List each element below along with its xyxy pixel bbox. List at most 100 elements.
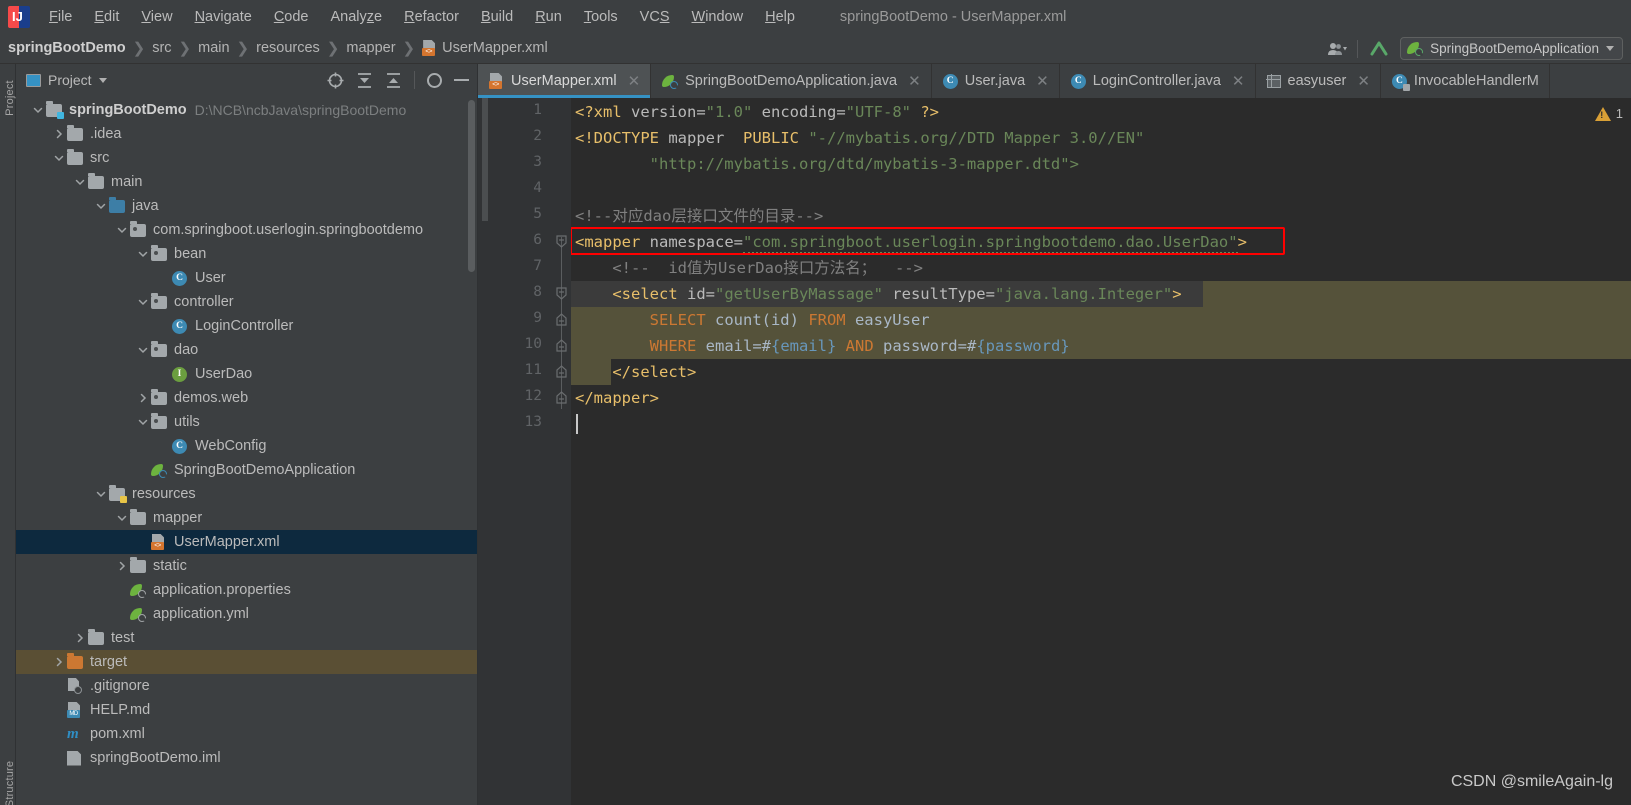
editor-tab-usermapper-xml[interactable]: <> UserMapper.xml ✕ xyxy=(478,64,652,98)
editor-main[interactable]: 1 2 3 4 5 6 7 8 9 10 11 12 13 <?xml version="1.0" en… xyxy=(478,98,1631,805)
gear-icon[interactable] xyxy=(427,72,442,88)
menu-item-tools[interactable]: Tools xyxy=(573,5,629,29)
chevron-down-icon[interactable] xyxy=(135,294,151,310)
line-number: 4 xyxy=(533,180,542,196)
chevron-down-icon[interactable] xyxy=(114,222,130,238)
menu-item-navigate[interactable]: Navigate xyxy=(184,5,263,29)
breadcrumb-item-resources[interactable]: resources xyxy=(256,40,320,56)
menu-item-help[interactable]: Help xyxy=(754,5,806,29)
tree-row-mapper[interactable]: mapper xyxy=(16,506,477,530)
breadcrumb-item-springbootdemo[interactable]: springBootDemo xyxy=(8,40,126,56)
chevron-right-icon[interactable] xyxy=(51,126,67,142)
tree-row-main[interactable]: main xyxy=(16,170,477,194)
editor-tab-easyuser[interactable]: easyuser ✕ xyxy=(1256,64,1381,98)
chevron-down-icon[interactable] xyxy=(72,174,88,190)
tree-row-springbootdemoapplication[interactable]: SpringBootDemoApplication xyxy=(16,458,477,482)
tree-row-java[interactable]: java xyxy=(16,194,477,218)
project-panel-title-group[interactable]: Project xyxy=(26,72,107,88)
hide-icon[interactable] xyxy=(454,79,469,81)
breadcrumb-file[interactable]: <> UserMapper.xml xyxy=(422,40,548,56)
menu-item-refactor[interactable]: Refactor xyxy=(393,5,470,29)
fold-marker-12[interactable] xyxy=(554,391,569,404)
tree-row-application-yml[interactable]: application.yml xyxy=(16,602,477,626)
menu-item-edit[interactable]: Edit xyxy=(83,5,130,29)
close-icon[interactable]: ✕ xyxy=(1036,72,1049,90)
chevron-down-icon[interactable] xyxy=(93,486,109,502)
chevron-down-icon[interactable] xyxy=(135,414,151,430)
menu-item-build[interactable]: Build xyxy=(470,5,524,29)
collapse-all-icon[interactable] xyxy=(385,72,402,89)
chevron-down-icon[interactable] xyxy=(93,198,109,214)
tree-row-help-md[interactable]: MD HELP.md xyxy=(16,698,477,722)
tree-row-demos-web[interactable]: demos.web xyxy=(16,386,477,410)
expand-all-icon[interactable] xyxy=(356,72,373,89)
fold-marker-9[interactable] xyxy=(554,313,569,326)
tool-strip-project-tab[interactable]: Project xyxy=(4,70,16,126)
tree-row-src[interactable]: src xyxy=(16,146,477,170)
tree-row-usermapper-xml[interactable]: <> UserMapper.xml xyxy=(16,530,477,554)
tree-row-com-springboot-userlogin-springbootdemo[interactable]: com.springboot.userlogin.springbootdemo xyxy=(16,218,477,242)
tree-row-resources[interactable]: resources xyxy=(16,482,477,506)
chevron-down-icon[interactable] xyxy=(98,77,107,83)
tree-row-controller[interactable]: controller xyxy=(16,290,477,314)
chevron-right-icon[interactable] xyxy=(135,390,151,406)
fold-marker-8[interactable] xyxy=(554,287,569,300)
chevron-down-icon[interactable] xyxy=(30,102,46,118)
breadcrumb-item-mapper[interactable]: mapper xyxy=(346,40,395,56)
tree-row-bean[interactable]: bean xyxy=(16,242,477,266)
chevron-down-icon[interactable] xyxy=(135,246,151,262)
tree-row-webconfig[interactable]: C WebConfig xyxy=(16,434,477,458)
tree-row-springbootdemo[interactable]: springBootDemo D:\NCB\ncbJava\springBootD… xyxy=(16,98,477,122)
menu-item-vcs[interactable]: VCS xyxy=(629,5,681,29)
chevron-down-icon[interactable] xyxy=(51,150,67,166)
close-icon[interactable]: ✕ xyxy=(908,72,921,90)
chevron-right-icon[interactable] xyxy=(114,558,130,574)
tree-row--gitignore[interactable]: .gitignore xyxy=(16,674,477,698)
close-icon[interactable]: ✕ xyxy=(628,72,641,90)
breadcrumb-item-main[interactable]: main xyxy=(198,40,229,56)
chevron-down-icon[interactable] xyxy=(1606,46,1614,51)
chevron-down-icon[interactable] xyxy=(135,342,151,358)
close-icon[interactable]: ✕ xyxy=(1232,72,1245,90)
chevron-down-icon[interactable] xyxy=(114,510,130,526)
close-icon[interactable]: ✕ xyxy=(1357,72,1370,90)
project-tree[interactable]: springBootDemo D:\NCB\ncbJava\springBootD… xyxy=(16,96,477,805)
tree-row-static[interactable]: static xyxy=(16,554,477,578)
editor-tab-invocablehandlerm[interactable]: C InvocableHandlerM xyxy=(1381,64,1550,98)
tree-row-test[interactable]: test xyxy=(16,626,477,650)
locate-icon[interactable] xyxy=(327,72,344,89)
menu-item-run[interactable]: Run xyxy=(524,5,573,29)
fold-marker-6[interactable] xyxy=(554,235,569,248)
chevron-right-icon[interactable] xyxy=(51,654,67,670)
editor-tab-user-java[interactable]: C User.java ✕ xyxy=(932,64,1060,98)
tree-row-dao[interactable]: dao xyxy=(16,338,477,362)
tree-row-target[interactable]: target xyxy=(16,650,477,674)
breadcrumb-item-src[interactable]: src xyxy=(152,40,171,56)
tool-strip-structure-tab[interactable]: Structure xyxy=(4,756,16,805)
update-project-icon[interactable] xyxy=(1368,39,1390,59)
menu-item-window[interactable]: Window xyxy=(681,5,755,29)
inspection-warning-indicator[interactable]: 1 xyxy=(1594,106,1623,121)
menu-item-view[interactable]: View xyxy=(130,5,183,29)
editor-tab-springbootdemoapplication-java[interactable]: SpringBootDemoApplication.java ✕ xyxy=(651,64,932,98)
chevron-right-icon[interactable] xyxy=(72,630,88,646)
tree-row-springbootdemo-iml[interactable]: springBootDemo.iml xyxy=(16,746,477,770)
menu-item-analyze[interactable]: Analyze xyxy=(320,5,394,29)
editor-tab-logincontroller-java[interactable]: C LoginController.java ✕ xyxy=(1060,64,1256,98)
user-group-icon[interactable] xyxy=(1327,41,1348,57)
code-content[interactable]: <?xml version="1.0" encoding="UTF-8" ?> <… xyxy=(571,98,1631,805)
tree-row-pom-xml[interactable]: m pom.xml xyxy=(16,722,477,746)
tree-row-userdao[interactable]: I UserDao xyxy=(16,362,477,386)
tree-row-user[interactable]: C User xyxy=(16,266,477,290)
editor-gutter[interactable]: 1 2 3 4 5 6 7 8 9 10 11 12 13 xyxy=(478,98,552,805)
tree-row--idea[interactable]: .idea xyxy=(16,122,477,146)
tree-row-logincontroller[interactable]: C LoginController xyxy=(16,314,477,338)
tree-row-application-properties[interactable]: application.properties xyxy=(16,578,477,602)
run-configuration-selector[interactable]: SpringBootDemoApplication xyxy=(1400,37,1623,60)
menu-item-file[interactable]: File xyxy=(38,5,83,29)
code-folding-column[interactable] xyxy=(552,98,571,805)
tree-row-utils[interactable]: utils xyxy=(16,410,477,434)
menu-item-code[interactable]: Code xyxy=(263,5,320,29)
fold-marker-10[interactable] xyxy=(554,339,569,352)
fold-marker-11[interactable] xyxy=(554,365,569,378)
